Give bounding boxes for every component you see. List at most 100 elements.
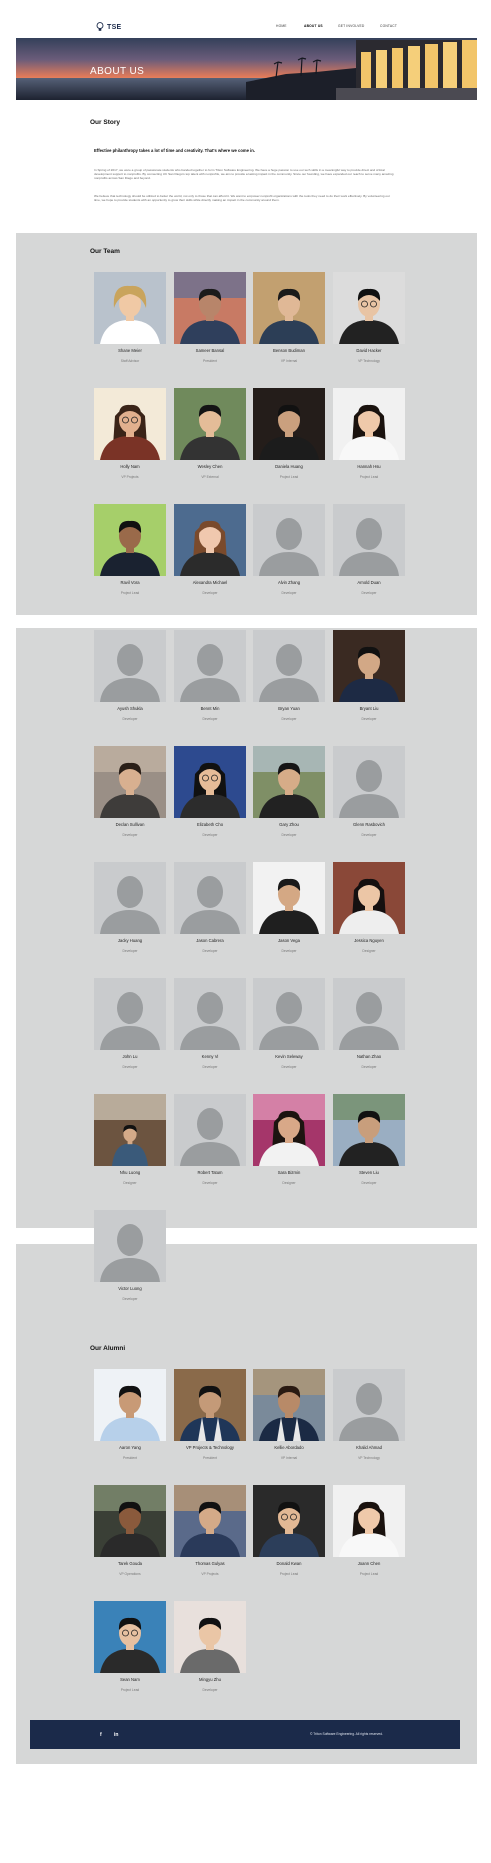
team-member-card: Hannah Hsu Project Lead [333, 388, 405, 488]
member-name: Mingyu Zhu [199, 1677, 221, 1682]
member-photo [333, 862, 405, 934]
member-role: Developer [202, 1688, 218, 1692]
team-member-card: Steven Liu Developer [333, 1094, 405, 1194]
member-photo [253, 388, 325, 460]
member-name: Nathan Zhao [356, 1054, 382, 1059]
member-photo [94, 1601, 166, 1673]
story-heading: Our Story [90, 119, 120, 126]
member-photo-frame [333, 1369, 405, 1441]
member-photo-frame [174, 1601, 246, 1673]
avatar-placeholder-icon [174, 630, 246, 702]
member-photo-frame [253, 1094, 325, 1166]
hero-sunset-image [16, 38, 477, 100]
nav-contact-link[interactable]: CONTACT [380, 24, 397, 28]
member-name: Hannah Hsu [357, 464, 381, 469]
member-photo-frame [253, 1485, 325, 1557]
linkedin-icon[interactable]: in [114, 1732, 118, 1738]
member-photo [174, 388, 246, 460]
avatar-placeholder-icon [253, 978, 325, 1050]
member-photo-frame [174, 978, 246, 1050]
footer: f in © Triton Software Engineering. All … [30, 1720, 460, 1749]
member-photo-frame [333, 388, 405, 460]
member-photo [253, 272, 325, 344]
avatar-placeholder-icon [253, 630, 325, 702]
alumni-heading: Our Alumni [90, 1345, 126, 1352]
avatar-placeholder-icon [94, 862, 166, 934]
member-role: Developer [361, 833, 377, 837]
member-photo-frame [253, 1369, 325, 1441]
member-photo-frame [94, 1485, 166, 1557]
member-role: Project Lead [359, 475, 379, 479]
member-photo [253, 1485, 325, 1557]
team-member-card: Jason Cabrera Developer [174, 862, 246, 962]
member-role: Developer [122, 1297, 138, 1301]
story-card: Effective philanthropy takes a lot of ti… [91, 142, 401, 226]
member-photo [333, 272, 405, 344]
avatar-placeholder-icon [333, 978, 405, 1050]
member-name: Jessica Nguyen [354, 938, 384, 943]
team-member-card: Jacky Huang Developer [94, 862, 166, 962]
member-photo-frame [174, 388, 246, 460]
avatar-placeholder-icon [174, 1094, 246, 1166]
alumni-card: Sean Nam Project Lead [94, 1601, 166, 1701]
member-role: Developer [361, 591, 377, 595]
member-photo [94, 1369, 166, 1441]
story-paragraph-2: We believe that technology should be uti… [94, 194, 390, 203]
member-photo-frame [333, 1485, 405, 1557]
team-member-card: Kevin Seleway Developer [253, 978, 325, 1078]
member-photo [174, 504, 246, 576]
member-photo-frame [94, 746, 166, 818]
alumni-card: Aaron Yang President [94, 1369, 166, 1469]
team-member-card: Robert Tatum Developer [174, 1094, 246, 1194]
member-photo-frame [94, 1601, 166, 1673]
member-photo-frame [253, 978, 325, 1050]
member-photo-frame [94, 388, 166, 460]
member-name: Steven Liu [359, 1170, 379, 1175]
member-role: Project Lead [359, 1572, 379, 1576]
story-tagline: Effective philanthropy takes a lot of ti… [94, 148, 256, 153]
nav-home-link[interactable]: HOME [276, 24, 287, 28]
member-photo [174, 746, 246, 818]
team-member-card: David Hacker VP Technology [333, 272, 405, 372]
member-photo-frame [333, 630, 405, 702]
team-member-card: Ravil Vora Project Lead [94, 504, 166, 604]
copyright-text: © Triton Software Engineering. All right… [310, 1732, 383, 1736]
team-member-card: Wesley Chen VP External [174, 388, 246, 488]
member-photo-frame [94, 504, 166, 576]
member-photo-frame [94, 1210, 166, 1282]
member-photo-frame [174, 630, 246, 702]
nav-get-involved-link[interactable]: GET INVOLVED [338, 24, 364, 28]
team-member-card: Arnold Duan Developer [333, 504, 405, 604]
member-name: Bryant Liu [359, 706, 379, 711]
team-member-card: Jessica Nguyen Designer [333, 862, 405, 962]
alumni-card: Kellie Abordado VP Internal [253, 1369, 325, 1469]
avatar-placeholder-icon [94, 630, 166, 702]
member-photo [333, 1485, 405, 1557]
member-photo-frame [333, 862, 405, 934]
top-navbar: TSE HOME ABOUT US GET INVOLVED CONTACT [0, 0, 491, 38]
team-member-card: Gary Zhou Developer [253, 746, 325, 846]
member-photo-frame [333, 746, 405, 818]
facebook-icon[interactable]: f [100, 1732, 102, 1738]
member-role: Developer [361, 1065, 377, 1069]
avatar-placeholder-icon [94, 1210, 166, 1282]
member-photo-frame [174, 504, 246, 576]
team-member-card: Benson Budiman VP Internal [253, 272, 325, 372]
member-photo [333, 630, 405, 702]
alumni-card: VP Projects & Technology President [174, 1369, 246, 1469]
alumni-card: Thomas Gulyas VP Projects [174, 1485, 246, 1585]
team-member-card: Holly Nam VP Projects [94, 388, 166, 488]
member-role: Developer [361, 1181, 377, 1185]
team-member-card: Ayush Shukla Developer [94, 630, 166, 730]
member-photo-frame [174, 272, 246, 344]
team-heading: Our Team [90, 248, 120, 255]
member-role: VP Technology [358, 1456, 380, 1460]
member-name: Glenn Rasbovich [353, 822, 385, 827]
member-photo-frame [253, 862, 325, 934]
member-photo-frame [94, 1369, 166, 1441]
nav-about-link[interactable]: ABOUT US [304, 24, 323, 28]
avatar-placeholder-icon [333, 1369, 405, 1441]
alumni-card: Mingyu Zhu Developer [174, 1601, 246, 1701]
member-role: Designer [362, 949, 376, 953]
alumni-card: Tarek Gouda VP Operations [94, 1485, 166, 1585]
